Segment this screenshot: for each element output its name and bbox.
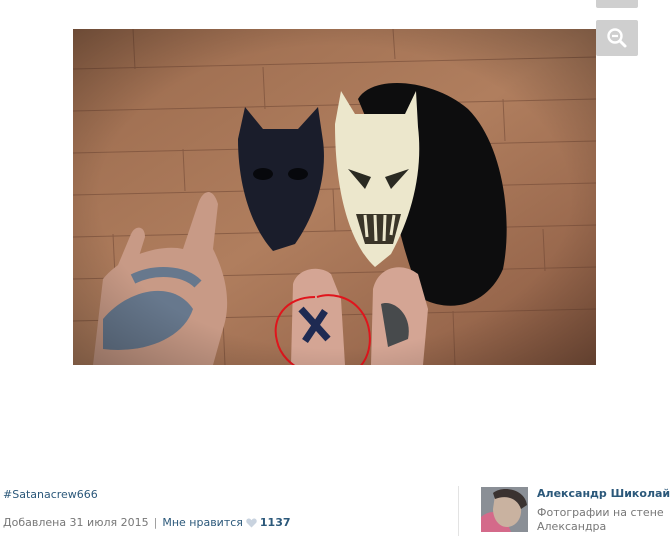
main-photo[interactable]: [73, 29, 596, 365]
post-meta: Добавлена 31 июля 2015 | Мне нравится 1137: [3, 516, 291, 531]
added-date: Добавлена 31 июля 2015: [3, 516, 149, 529]
toolbar-button[interactable]: [596, 0, 638, 8]
separator: |: [153, 516, 158, 529]
author-avatar[interactable]: [481, 487, 528, 532]
hashtag-link[interactable]: #Satanacrew666: [3, 488, 98, 501]
zoom-out-icon: [607, 28, 627, 48]
author-name-link[interactable]: Александр Шиколай: [537, 487, 670, 500]
divider: [458, 486, 459, 536]
zoom-button[interactable]: [596, 20, 638, 56]
like-label: Мне нравится: [162, 516, 243, 529]
like-count: 1137: [259, 516, 291, 529]
like-button[interactable]: Мне нравится 1137: [162, 516, 290, 529]
album-link[interactable]: Фотографии на стене Александра: [537, 506, 667, 534]
heart-icon: [246, 518, 257, 531]
